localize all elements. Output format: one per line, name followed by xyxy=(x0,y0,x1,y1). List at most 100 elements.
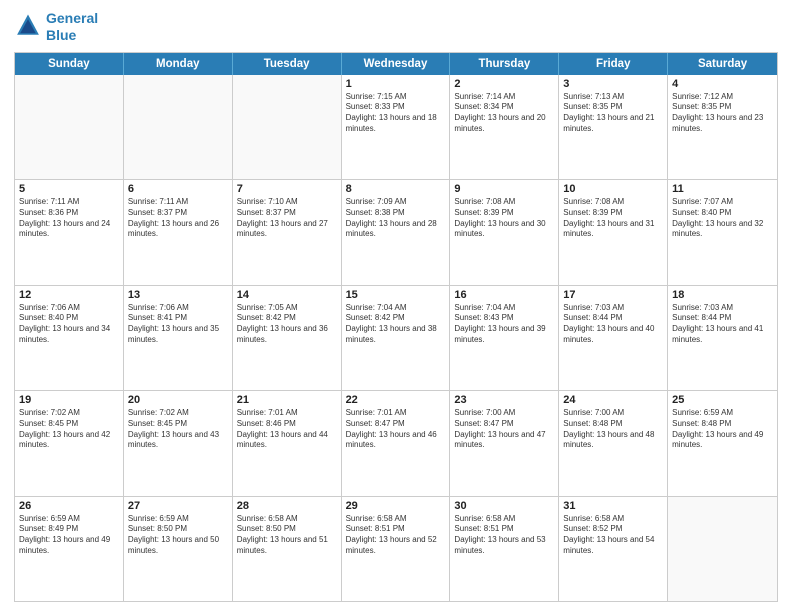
day-number: 6 xyxy=(128,183,228,195)
day-info: Sunrise: 6:58 AMSunset: 8:52 PMDaylight:… xyxy=(563,514,663,557)
day-number: 20 xyxy=(128,394,228,406)
day-number: 23 xyxy=(454,394,554,406)
day-info: Sunrise: 6:58 AMSunset: 8:51 PMDaylight:… xyxy=(454,514,554,557)
cal-header-friday: Friday xyxy=(559,53,668,75)
day-info: Sunrise: 7:10 AMSunset: 8:37 PMDaylight:… xyxy=(237,197,337,240)
cal-cell: 30 Sunrise: 6:58 AMSunset: 8:51 PMDayligh… xyxy=(450,497,559,601)
day-info: Sunrise: 6:59 AMSunset: 8:49 PMDaylight:… xyxy=(19,514,119,557)
cal-header-monday: Monday xyxy=(124,53,233,75)
logo-text: General Blue xyxy=(46,10,98,44)
day-number: 24 xyxy=(563,394,663,406)
day-number: 28 xyxy=(237,500,337,512)
day-info: Sunrise: 7:11 AMSunset: 8:37 PMDaylight:… xyxy=(128,197,228,240)
cal-cell: 14 Sunrise: 7:05 AMSunset: 8:42 PMDayligh… xyxy=(233,286,342,390)
day-info: Sunrise: 7:06 AMSunset: 8:40 PMDaylight:… xyxy=(19,303,119,346)
day-info: Sunrise: 6:59 AMSunset: 8:50 PMDaylight:… xyxy=(128,514,228,557)
day-number: 31 xyxy=(563,500,663,512)
day-number: 18 xyxy=(672,289,773,301)
cal-cell: 17 Sunrise: 7:03 AMSunset: 8:44 PMDayligh… xyxy=(559,286,668,390)
cal-week-1: 1 Sunrise: 7:15 AMSunset: 8:33 PMDaylight… xyxy=(15,75,777,180)
cal-cell: 21 Sunrise: 7:01 AMSunset: 8:46 PMDayligh… xyxy=(233,391,342,495)
day-info: Sunrise: 7:03 AMSunset: 8:44 PMDaylight:… xyxy=(672,303,773,346)
day-info: Sunrise: 6:59 AMSunset: 8:48 PMDaylight:… xyxy=(672,408,773,451)
calendar-body: 1 Sunrise: 7:15 AMSunset: 8:33 PMDaylight… xyxy=(15,75,777,601)
day-number: 3 xyxy=(563,78,663,90)
cal-cell: 2 Sunrise: 7:14 AMSunset: 8:34 PMDaylight… xyxy=(450,75,559,179)
cal-header-tuesday: Tuesday xyxy=(233,53,342,75)
cal-cell: 22 Sunrise: 7:01 AMSunset: 8:47 PMDayligh… xyxy=(342,391,451,495)
cal-cell: 13 Sunrise: 7:06 AMSunset: 8:41 PMDayligh… xyxy=(124,286,233,390)
logo: General Blue xyxy=(14,10,98,44)
day-number: 13 xyxy=(128,289,228,301)
day-number: 5 xyxy=(19,183,119,195)
day-info: Sunrise: 7:12 AMSunset: 8:35 PMDaylight:… xyxy=(672,92,773,135)
calendar: SundayMondayTuesdayWednesdayThursdayFrid… xyxy=(14,52,778,602)
day-number: 29 xyxy=(346,500,446,512)
cal-week-3: 12 Sunrise: 7:06 AMSunset: 8:40 PMDayligh… xyxy=(15,286,777,391)
day-number: 27 xyxy=(128,500,228,512)
cal-cell: 10 Sunrise: 7:08 AMSunset: 8:39 PMDayligh… xyxy=(559,180,668,284)
cal-header-saturday: Saturday xyxy=(668,53,777,75)
day-number: 12 xyxy=(19,289,119,301)
day-number: 8 xyxy=(346,183,446,195)
day-number: 9 xyxy=(454,183,554,195)
day-number: 21 xyxy=(237,394,337,406)
cal-cell: 19 Sunrise: 7:02 AMSunset: 8:45 PMDayligh… xyxy=(15,391,124,495)
day-number: 15 xyxy=(346,289,446,301)
cal-header-sunday: Sunday xyxy=(15,53,124,75)
day-number: 22 xyxy=(346,394,446,406)
day-info: Sunrise: 7:06 AMSunset: 8:41 PMDaylight:… xyxy=(128,303,228,346)
calendar-header-row: SundayMondayTuesdayWednesdayThursdayFrid… xyxy=(15,53,777,75)
cal-cell: 7 Sunrise: 7:10 AMSunset: 8:37 PMDaylight… xyxy=(233,180,342,284)
cal-cell: 11Sunrise: 7:07 AMSunset: 8:40 PMDayligh… xyxy=(668,180,777,284)
day-info: Sunrise: 7:00 AMSunset: 8:47 PMDaylight:… xyxy=(454,408,554,451)
day-info: Sunrise: 7:08 AMSunset: 8:39 PMDaylight:… xyxy=(563,197,663,240)
day-info: Sunrise: 7:11 AMSunset: 8:36 PMDaylight:… xyxy=(19,197,119,240)
day-info: Sunrise: 7:03 AMSunset: 8:44 PMDaylight:… xyxy=(563,303,663,346)
day-number: 25 xyxy=(672,394,773,406)
cal-cell xyxy=(15,75,124,179)
cal-cell: 12 Sunrise: 7:06 AMSunset: 8:40 PMDayligh… xyxy=(15,286,124,390)
day-number: 11 xyxy=(672,183,773,195)
cal-cell: 15Sunrise: 7:04 AMSunset: 8:42 PMDayligh… xyxy=(342,286,451,390)
cal-cell: 6 Sunrise: 7:11 AMSunset: 8:37 PMDaylight… xyxy=(124,180,233,284)
cal-week-4: 19 Sunrise: 7:02 AMSunset: 8:45 PMDayligh… xyxy=(15,391,777,496)
cal-cell: 28 Sunrise: 6:58 AMSunset: 8:50 PMDayligh… xyxy=(233,497,342,601)
day-number: 14 xyxy=(237,289,337,301)
day-number: 4 xyxy=(672,78,773,90)
day-info: Sunrise: 7:01 AMSunset: 8:47 PMDaylight:… xyxy=(346,408,446,451)
cal-cell: 4 Sunrise: 7:12 AMSunset: 8:35 PMDaylight… xyxy=(668,75,777,179)
cal-cell: 31 Sunrise: 6:58 AMSunset: 8:52 PMDayligh… xyxy=(559,497,668,601)
cal-week-5: 26Sunrise: 6:59 AMSunset: 8:49 PMDayligh… xyxy=(15,497,777,601)
day-info: Sunrise: 7:01 AMSunset: 8:46 PMDaylight:… xyxy=(237,408,337,451)
day-number: 19 xyxy=(19,394,119,406)
day-number: 10 xyxy=(563,183,663,195)
cal-cell: 8 Sunrise: 7:09 AMSunset: 8:38 PMDaylight… xyxy=(342,180,451,284)
day-info: Sunrise: 7:15 AMSunset: 8:33 PMDaylight:… xyxy=(346,92,446,135)
day-info: Sunrise: 7:13 AMSunset: 8:35 PMDaylight:… xyxy=(563,92,663,135)
day-number: 7 xyxy=(237,183,337,195)
cal-cell: 26Sunrise: 6:59 AMSunset: 8:49 PMDayligh… xyxy=(15,497,124,601)
day-info: Sunrise: 7:08 AMSunset: 8:39 PMDaylight:… xyxy=(454,197,554,240)
cal-cell: 24 Sunrise: 7:00 AMSunset: 8:48 PMDayligh… xyxy=(559,391,668,495)
day-info: Sunrise: 6:58 AMSunset: 8:51 PMDaylight:… xyxy=(346,514,446,557)
day-info: Sunrise: 7:05 AMSunset: 8:42 PMDaylight:… xyxy=(237,303,337,346)
cal-cell xyxy=(124,75,233,179)
cal-cell: 27 Sunrise: 6:59 AMSunset: 8:50 PMDayligh… xyxy=(124,497,233,601)
day-number: 17 xyxy=(563,289,663,301)
cal-cell: 3 Sunrise: 7:13 AMSunset: 8:35 PMDaylight… xyxy=(559,75,668,179)
cal-cell: 1 Sunrise: 7:15 AMSunset: 8:33 PMDaylight… xyxy=(342,75,451,179)
cal-cell xyxy=(233,75,342,179)
day-number: 2 xyxy=(454,78,554,90)
cal-cell: 16Sunrise: 7:04 AMSunset: 8:43 PMDayligh… xyxy=(450,286,559,390)
cal-cell: 9 Sunrise: 7:08 AMSunset: 8:39 PMDaylight… xyxy=(450,180,559,284)
day-info: Sunrise: 6:58 AMSunset: 8:50 PMDaylight:… xyxy=(237,514,337,557)
day-number: 1 xyxy=(346,78,446,90)
day-info: Sunrise: 7:02 AMSunset: 8:45 PMDaylight:… xyxy=(19,408,119,451)
day-info: Sunrise: 7:09 AMSunset: 8:38 PMDaylight:… xyxy=(346,197,446,240)
cal-week-2: 5 Sunrise: 7:11 AMSunset: 8:36 PMDaylight… xyxy=(15,180,777,285)
day-number: 30 xyxy=(454,500,554,512)
day-info: Sunrise: 7:14 AMSunset: 8:34 PMDaylight:… xyxy=(454,92,554,135)
day-info: Sunrise: 7:00 AMSunset: 8:48 PMDaylight:… xyxy=(563,408,663,451)
day-info: Sunrise: 7:04 AMSunset: 8:43 PMDaylight:… xyxy=(454,303,554,346)
